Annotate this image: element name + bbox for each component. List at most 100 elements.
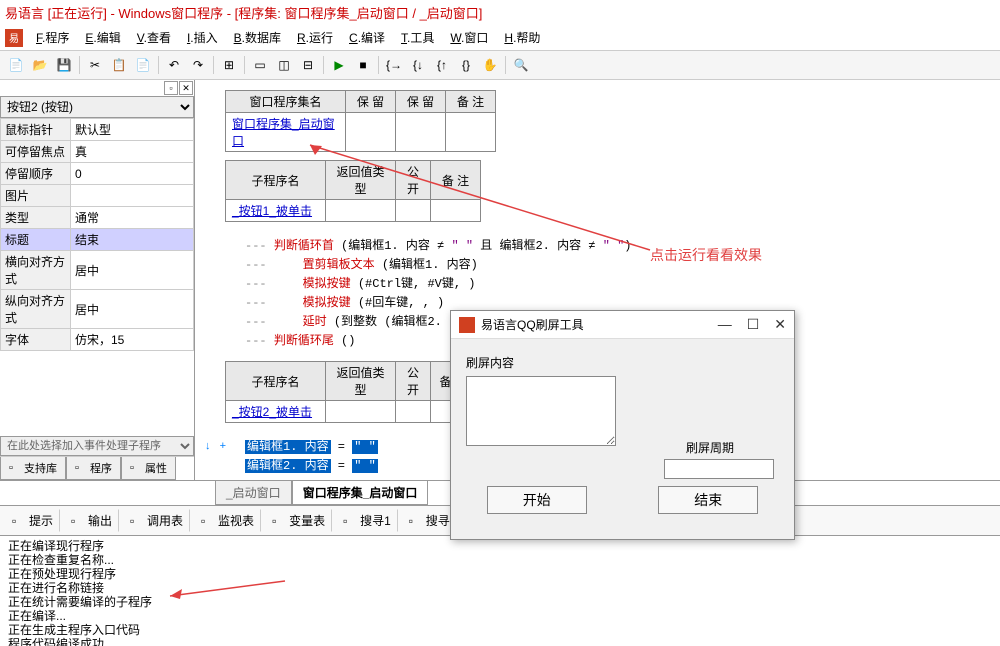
code-line[interactable]: --- 模拟按键 (#Ctrl键, #V键, ) xyxy=(195,275,1000,294)
period-label: 刷屏周期 xyxy=(686,439,734,456)
output-tab-5[interactable]: ▫搜寻1 xyxy=(336,509,398,532)
layout1-icon[interactable]: ▭ xyxy=(249,54,271,76)
property-row[interactable]: 可停留焦点真 xyxy=(1,141,194,163)
output-line: 正在检查重复名称... xyxy=(8,553,992,567)
component-selector[interactable]: 按钮2 (按钮) xyxy=(0,96,194,118)
gutter-arrow-icon: ↓ + xyxy=(205,440,226,452)
property-row[interactable]: 纵向对齐方式居中 xyxy=(1,290,194,329)
property-row[interactable]: 横向对齐方式居中 xyxy=(1,251,194,290)
left-tab-2[interactable]: ▫属性 xyxy=(121,457,176,480)
property-row[interactable]: 字体仿宋，15 xyxy=(1,329,194,351)
menu-v[interactable]: V.查看 xyxy=(129,27,179,48)
output-panel[interactable]: 正在编译现行程序正在检查重复名称...正在预处理现行程序正在进行名称链接正在统计… xyxy=(0,536,1000,646)
output-tab-icon: ▫ xyxy=(201,514,215,528)
dialog-minimize-icon[interactable]: — xyxy=(718,316,732,333)
output-tab-icon: ▫ xyxy=(130,514,144,528)
output-tab-2[interactable]: ▫调用表 xyxy=(123,509,190,532)
redo-icon[interactable]: ↷ xyxy=(187,54,209,76)
property-row[interactable]: 图片 xyxy=(1,185,194,207)
window-title: 易语言 [正在运行] - Windows窗口程序 - [程序集: 窗口程序集_启… xyxy=(0,0,1000,25)
step2-icon[interactable]: {↓ xyxy=(407,54,429,76)
menu-c[interactable]: C.编译 xyxy=(341,27,393,48)
tab-startup-window[interactable]: _启动窗口 xyxy=(215,481,292,505)
output-line: 正在统计需要编译的子程序 xyxy=(8,595,992,609)
dialog-title: 易语言QQ刷屏工具 xyxy=(481,316,718,333)
sub1-link[interactable]: _按钮1_被单击 xyxy=(226,200,326,222)
sub2-table: 子程序名 返回值类型 公开 备 _按钮2_被单击 xyxy=(225,361,461,423)
menu-bar: 易 F.程序E.编辑V.查看I.插入B.数据库R.运行C.编译T.工具W.窗口H… xyxy=(0,25,1000,51)
run-icon[interactable]: ▶ xyxy=(328,54,350,76)
undo-icon[interactable]: ↶ xyxy=(163,54,185,76)
save-icon[interactable]: 💾 xyxy=(53,54,75,76)
tab-icon: ▫ xyxy=(130,462,142,474)
menu-e[interactable]: E.编辑 xyxy=(77,27,128,48)
step4-icon[interactable]: {} xyxy=(455,54,477,76)
end-button[interactable]: 结束 xyxy=(658,486,758,514)
output-line: 正在预处理现行程序 xyxy=(8,567,992,581)
cut-icon[interactable]: ✂ xyxy=(84,54,106,76)
output-tab-3[interactable]: ▫监视表 xyxy=(194,509,261,532)
sub1-table: 子程序名 返回值类型 公开 备 注 _按钮1_被单击 xyxy=(225,160,481,222)
output-tab-0[interactable]: ▫提示 xyxy=(5,509,60,532)
running-dialog: 易语言QQ刷屏工具 — ☐ ✕ 刷屏内容 刷屏周期 开始 结束 xyxy=(450,310,795,540)
output-line: 程序代码编译成功 xyxy=(8,637,992,646)
output-tab-icon: ▫ xyxy=(272,514,286,528)
code-line[interactable]: --- 置剪辑板文本 (编辑框1. 内容) xyxy=(195,256,1000,275)
program-set-link[interactable]: 窗口程序集_启动窗口 xyxy=(226,113,346,152)
tab-icon: ▫ xyxy=(9,462,21,474)
open-icon[interactable]: 📂 xyxy=(29,54,51,76)
panel-close-icon[interactable]: ✕ xyxy=(179,81,193,95)
step3-icon[interactable]: {↑ xyxy=(431,54,453,76)
program-set-table: 窗口程序集名 保 留 保 留 备 注 窗口程序集_启动窗口 xyxy=(225,90,496,152)
output-tab-1[interactable]: ▫输出 xyxy=(64,509,119,532)
stop-icon[interactable]: ■ xyxy=(352,54,374,76)
properties-table: 鼠标指针默认型可停留焦点真停留顺序0图片类型通常标题结束横向对齐方式居中纵向对齐… xyxy=(0,118,194,351)
left-tab-0[interactable]: ▫支持库 xyxy=(0,457,66,480)
form-icon[interactable]: ⊞ xyxy=(218,54,240,76)
layout3-icon[interactable]: ⊟ xyxy=(297,54,319,76)
new-icon[interactable]: 📄 xyxy=(5,54,27,76)
output-tab-4[interactable]: ▫变量表 xyxy=(265,509,332,532)
menu-h[interactable]: H.帮助 xyxy=(496,27,548,48)
content-label: 刷屏内容 xyxy=(466,354,779,371)
dialog-maximize-icon[interactable]: ☐ xyxy=(747,316,760,333)
panel-pin-icon[interactable]: ▫ xyxy=(164,81,178,95)
copy-icon[interactable]: 📋 xyxy=(108,54,130,76)
left-tab-1[interactable]: ▫程序 xyxy=(66,457,121,480)
property-row[interactable]: 标题结束 xyxy=(1,229,194,251)
output-line: 正在进行名称链接 xyxy=(8,581,992,595)
menu-t[interactable]: T.工具 xyxy=(393,27,442,48)
paste-icon[interactable]: 📄 xyxy=(132,54,154,76)
event-selector[interactable]: 在此处选择加入事件处理子程序 xyxy=(0,436,194,456)
start-button[interactable]: 开始 xyxy=(487,486,587,514)
dialog-close-icon[interactable]: ✕ xyxy=(774,316,786,333)
period-input[interactable] xyxy=(664,459,774,479)
sub2-link[interactable]: _按钮2_被单击 xyxy=(226,401,326,423)
annotation-text: 点击运行看看效果 xyxy=(650,245,762,265)
toolbar: 📄 📂 💾 ✂ 📋 📄 ↶ ↷ ⊞ ▭ ◫ ⊟ ▶ ■ {→ {↓ {↑ {} … xyxy=(0,51,1000,80)
menu-f[interactable]: F.程序 xyxy=(28,27,77,48)
app-logo-icon: 易 xyxy=(5,29,23,47)
dialog-logo-icon xyxy=(459,317,475,333)
menu-i[interactable]: I.插入 xyxy=(179,27,226,48)
property-row[interactable]: 停留顺序0 xyxy=(1,163,194,185)
property-row[interactable]: 鼠标指针默认型 xyxy=(1,119,194,141)
menu-w[interactable]: W.窗口 xyxy=(442,27,496,48)
properties-panel: ▫ ✕ 按钮2 (按钮) 鼠标指针默认型可停留焦点真停留顺序0图片类型通常标题结… xyxy=(0,80,195,480)
menu-r[interactable]: R.运行 xyxy=(289,27,341,48)
step1-icon[interactable]: {→ xyxy=(383,54,405,76)
output-tab-icon: ▫ xyxy=(343,514,357,528)
content-textarea[interactable] xyxy=(466,376,616,446)
output-tab-icon: ▫ xyxy=(409,514,423,528)
output-line: 正在编译... xyxy=(8,609,992,623)
output-line: 正在编译现行程序 xyxy=(8,539,992,553)
output-tab-icon: ▫ xyxy=(71,514,85,528)
menu-b[interactable]: B.数据库 xyxy=(226,27,289,48)
find-icon[interactable]: 🔍 xyxy=(510,54,532,76)
property-row[interactable]: 类型通常 xyxy=(1,207,194,229)
layout2-icon[interactable]: ◫ xyxy=(273,54,295,76)
output-line: 正在生成主程序入口代码 xyxy=(8,623,992,637)
tab-program-set[interactable]: 窗口程序集_启动窗口 xyxy=(292,481,429,505)
code-line[interactable]: --- 判断循环首 (编辑框1. 内容 ≠ " " 且 编辑框2. 内容 ≠ "… xyxy=(195,237,1000,256)
hand-icon[interactable]: ✋ xyxy=(479,54,501,76)
